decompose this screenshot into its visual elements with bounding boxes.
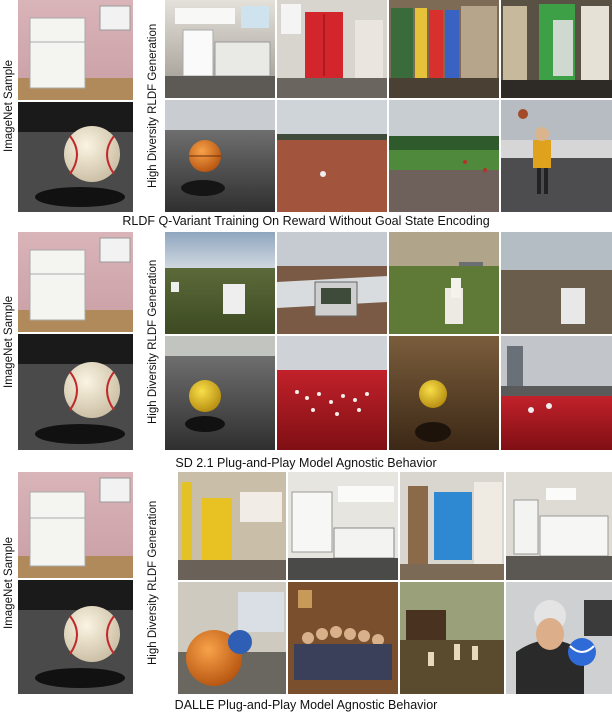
imagenet-fridge-image xyxy=(18,0,133,100)
imagenet-baseball-image xyxy=(18,580,133,694)
generated-image xyxy=(506,472,612,580)
imagenet-baseball-image xyxy=(18,102,133,212)
generated-image xyxy=(277,0,387,98)
rldf-generation-label: High Diversity RLDF Generation xyxy=(147,23,159,189)
imagenet-fridge-image xyxy=(18,232,133,332)
generated-image xyxy=(288,582,398,694)
generated-image xyxy=(389,336,499,450)
generated-image xyxy=(165,336,275,450)
generated-image xyxy=(400,582,504,694)
generated-image xyxy=(501,336,612,450)
generated-image xyxy=(277,100,387,212)
imagenet-fridge-image xyxy=(18,472,133,578)
generated-image xyxy=(178,472,286,580)
generated-image xyxy=(277,232,387,334)
imagenet-sample-label: ImageNet Sample xyxy=(3,59,15,153)
imagenet-sample-label: ImageNet Sample xyxy=(3,295,15,389)
generated-image xyxy=(277,336,387,450)
generated-image xyxy=(389,0,499,98)
generated-image xyxy=(165,0,275,98)
panel-3: ImageNet Sample High Diversity RLDF Gene… xyxy=(0,472,612,718)
generated-image xyxy=(165,100,275,212)
imagenet-sample-label: ImageNet Sample xyxy=(3,536,15,630)
rldf-generation-label: High Diversity RLDF Generation xyxy=(147,259,159,425)
panel-caption: RLDF Q-Variant Training On Reward Withou… xyxy=(122,214,490,228)
generated-image xyxy=(501,0,612,98)
panel-2: ImageNet Sample High Diversity RLDF Gene… xyxy=(0,232,612,472)
generated-image xyxy=(389,100,499,212)
generated-image xyxy=(178,582,286,694)
generated-image xyxy=(501,100,612,212)
panel-caption: SD 2.1 Plug-and-Play Model Agnostic Beha… xyxy=(175,456,437,470)
generated-image xyxy=(501,232,612,334)
generated-image xyxy=(389,232,499,334)
generated-image xyxy=(506,582,612,694)
imagenet-baseball-image xyxy=(18,334,133,450)
rldf-generation-label: High Diversity RLDF Generation xyxy=(147,500,159,666)
generated-image xyxy=(165,232,275,334)
generated-image xyxy=(288,472,398,580)
panel-1: ImageNet Sample High Diversity RLDF Gene… xyxy=(0,0,612,232)
generated-image xyxy=(400,472,504,580)
panel-caption: DALLE Plug-and-Play Model Agnostic Behav… xyxy=(174,698,438,712)
